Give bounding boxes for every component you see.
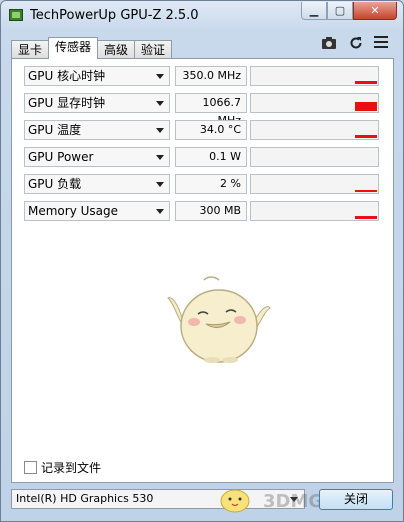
sensor-value: 2 % bbox=[175, 174, 247, 194]
sensor-graph-bar bbox=[355, 190, 377, 192]
chevron-down-icon bbox=[156, 155, 164, 160]
mascot-image bbox=[164, 274, 274, 369]
chevron-down-icon bbox=[156, 128, 164, 133]
sensor-name-select[interactable]: GPU 核心时钟 bbox=[24, 66, 170, 86]
chevron-down-icon bbox=[156, 182, 164, 187]
sensor-name-select[interactable]: GPU 负载 bbox=[24, 174, 170, 194]
maximize-button[interactable]: ▢ bbox=[327, 2, 353, 20]
sensor-value: 300 MB bbox=[175, 201, 247, 221]
close-button[interactable]: 关闭 bbox=[319, 489, 393, 510]
sensor-graph bbox=[250, 120, 379, 140]
sensor-graph-bar bbox=[355, 81, 377, 84]
title-bar[interactable]: TechPowerUp GPU-Z 2.5.0 ▁ ▢ ✕ bbox=[1, 1, 403, 31]
sensor-graph bbox=[250, 147, 379, 167]
camera-icon[interactable] bbox=[321, 36, 337, 52]
sensor-name-label: GPU 核心时钟 bbox=[28, 69, 106, 83]
sensor-name-label: GPU 负载 bbox=[28, 177, 82, 191]
gpuz-app-icon bbox=[9, 9, 23, 21]
minimize-button[interactable]: ▁ bbox=[301, 2, 327, 20]
device-select[interactable]: Intel(R) HD Graphics 530 bbox=[11, 489, 305, 509]
close-window-button[interactable]: ✕ bbox=[353, 2, 397, 20]
sensor-graph bbox=[250, 174, 379, 194]
tab-sensors[interactable]: 传感器 bbox=[48, 37, 99, 59]
tab-graphics-card[interactable]: 显卡 bbox=[11, 40, 50, 59]
sensor-graph-bar bbox=[355, 102, 377, 111]
sensor-name-select[interactable]: GPU 温度 bbox=[24, 120, 170, 140]
log-to-file-label: 记录到文件 bbox=[41, 461, 102, 475]
device-select-value: Intel(R) HD Graphics 530 bbox=[16, 492, 154, 505]
tab-advanced[interactable]: 高级 bbox=[97, 40, 136, 59]
window-controls: ▁ ▢ ✕ bbox=[301, 2, 397, 21]
refresh-icon[interactable] bbox=[348, 36, 364, 52]
sensor-name-label: GPU 显存时钟 bbox=[28, 96, 106, 110]
chevron-down-icon bbox=[156, 101, 164, 106]
log-to-file-checkbox[interactable] bbox=[24, 461, 37, 474]
sensor-graph bbox=[250, 93, 379, 113]
sensor-graph-bar bbox=[355, 135, 377, 138]
tab-validation[interactable]: 验证 bbox=[134, 40, 173, 59]
sensor-name-select[interactable]: GPU 显存时钟 bbox=[24, 93, 170, 113]
sensor-graph bbox=[250, 66, 379, 86]
sensor-value: 1066.7 MHz bbox=[175, 93, 247, 127]
chevron-down-icon bbox=[156, 209, 164, 214]
window-title: TechPowerUp GPU-Z 2.5.0 bbox=[30, 8, 199, 23]
sensor-graph-bar bbox=[355, 216, 377, 219]
sensor-name-label: Memory Usage bbox=[28, 204, 119, 218]
gpuz-window: TechPowerUp GPU-Z 2.5.0 ▁ ▢ ✕ 显卡 传感器 高级 … bbox=[0, 0, 404, 522]
sensor-value: 34.0 °C bbox=[175, 120, 247, 140]
sensor-value: 0.1 W bbox=[175, 147, 247, 167]
sensor-name-label: GPU 温度 bbox=[28, 123, 82, 137]
sensor-graph bbox=[250, 201, 379, 221]
sensors-panel: GPU 核心时钟 350.0 MHz GPU 显存时钟 1066.7 MHz GPU 温… bbox=[11, 58, 394, 483]
log-to-file[interactable]: 记录到文件 bbox=[24, 459, 101, 476]
watermark-mascot-icon bbox=[220, 489, 250, 513]
sensor-name-select[interactable]: GPU Power bbox=[24, 147, 170, 167]
sensor-value: 350.0 MHz bbox=[175, 66, 247, 86]
tab-bar: 显卡 传感器 高级 验证 bbox=[11, 37, 173, 59]
sensor-name-select[interactable]: Memory Usage bbox=[24, 201, 170, 221]
menu-icon[interactable] bbox=[373, 36, 389, 52]
sensor-name-label: GPU Power bbox=[28, 150, 94, 164]
chevron-down-icon bbox=[156, 74, 164, 79]
